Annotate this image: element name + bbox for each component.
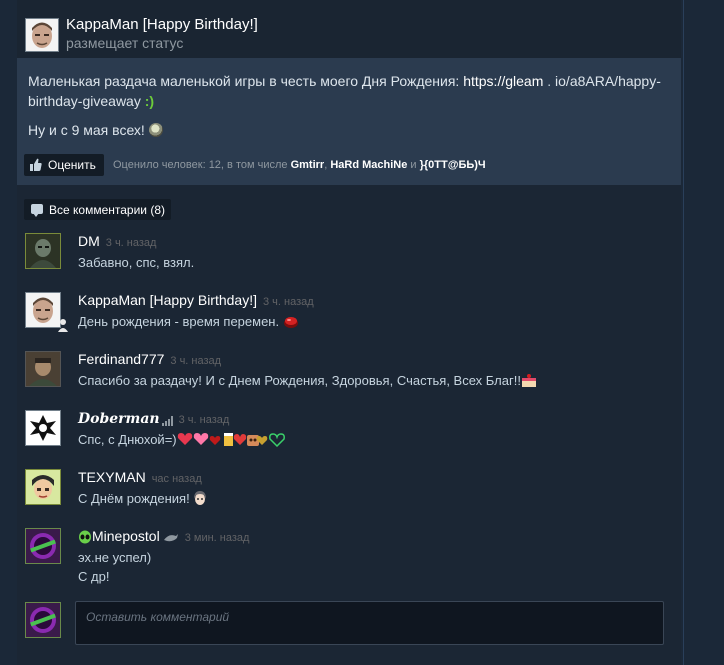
my-avatar[interactable] bbox=[25, 602, 61, 638]
rate-up-button[interactable]: Оценить bbox=[24, 154, 104, 176]
comment-author-name[interactable]: KappaMan [Happy Birthday!] bbox=[78, 292, 257, 308]
status-header: KappaMan [Happy Birthday!] размещает ста… bbox=[17, 0, 681, 58]
rated-user-link[interactable]: Gmtirr bbox=[291, 159, 325, 171]
comment-text: Спс, с Днюхой=) bbox=[78, 430, 285, 449]
comment-author[interactable]: Doberman 3 ч. назад bbox=[78, 410, 229, 427]
post-action: размещает статус bbox=[66, 35, 184, 51]
poster-name[interactable]: KappaMan [Happy Birthday!] bbox=[66, 16, 258, 33]
alien-icon bbox=[79, 530, 91, 544]
commenter-avatar[interactable] bbox=[25, 233, 61, 269]
link-separator: . bbox=[543, 73, 556, 89]
comment-text: Забавно, спс, взял. bbox=[78, 255, 195, 270]
giveaway-link[interactable]: https://gleam bbox=[463, 73, 543, 89]
comment-author-name[interactable]: Ferdinand777 bbox=[78, 351, 164, 367]
comment-text-line: эх.не успел) bbox=[78, 550, 152, 565]
rated-user-link[interactable]: HaRd MachiNe bbox=[330, 159, 407, 171]
comment-item: KappaMan [Happy Birthday!] 3 ч. назад Ден… bbox=[17, 292, 681, 348]
anime-girl-emoticon-icon bbox=[194, 491, 207, 505]
comment-author-name[interactable]: Doberman bbox=[78, 411, 160, 427]
commenter-avatar[interactable] bbox=[25, 528, 61, 564]
comment-text: эх.не успел) С др! bbox=[78, 548, 151, 586]
comment-timestamp: 3 ч. назад bbox=[105, 237, 157, 249]
comment-timestamp: 3 ч. назад bbox=[178, 414, 230, 426]
dolphin-icon bbox=[163, 534, 178, 542]
comment-item: Doberman 3 ч. назад Спс, с Днюхой=) bbox=[17, 410, 681, 466]
all-comments-label: Все комментарии (8) bbox=[49, 203, 165, 217]
rated-user-link[interactable]: }{0TT@БЬ)Ч bbox=[420, 159, 486, 171]
status-text: Маленькая раздача маленькой игры в честь… bbox=[28, 71, 668, 111]
comment-author-name[interactable]: Minepostol bbox=[92, 528, 160, 544]
comment-text-line: С др! bbox=[78, 569, 110, 584]
comment-author-name[interactable]: DM bbox=[78, 233, 100, 249]
commenter-avatar[interactable] bbox=[25, 410, 61, 446]
comment-item: Ferdinand777 3 ч. назад Спасибо за раздач… bbox=[17, 351, 681, 407]
comments-section: Все комментарии (8) DM 3 ч. назад Забавно… bbox=[17, 185, 681, 665]
green-heart-emoticon-icon bbox=[268, 433, 285, 447]
comment-author[interactable]: DM 3 ч. назад bbox=[78, 233, 156, 249]
author-person-icon bbox=[58, 319, 68, 332]
poster-avatar[interactable] bbox=[25, 18, 59, 52]
comment-timestamp: 3 ч. назад bbox=[170, 355, 222, 367]
comment-text: День рождения - время перемен. bbox=[78, 312, 299, 331]
status-text-before-link: Маленькая раздача маленькой игры в честь… bbox=[28, 73, 464, 89]
status-line2: Ну и с 9 мая всех! bbox=[28, 122, 163, 138]
commenter-avatar[interactable] bbox=[25, 469, 61, 505]
right-gutter bbox=[683, 0, 724, 665]
comment-bubble-icon bbox=[31, 204, 43, 217]
comment-text-line: День рождения - время перемен. bbox=[78, 314, 280, 329]
comment-text-line: Спасибо за раздачу! И с Днем Рождения, З… bbox=[78, 373, 521, 388]
comment-text: С Днём рождения! bbox=[78, 489, 207, 508]
comment-author[interactable]: TEXYMAN час назад bbox=[78, 469, 202, 485]
comment-author[interactable]: Minepostol 3 мин. назад bbox=[78, 528, 249, 544]
commenter-avatar[interactable] bbox=[25, 351, 61, 387]
rate-up-label: Оценить bbox=[48, 158, 96, 172]
thumbs-up-icon bbox=[30, 158, 42, 171]
emote-smile: :) bbox=[144, 93, 155, 109]
cake-emoticon-icon bbox=[521, 374, 536, 387]
commenter-avatar[interactable] bbox=[25, 292, 61, 328]
comment-text-line: С Днём рождения! bbox=[78, 491, 190, 506]
status-line2-text: Ну и с 9 мая всех! bbox=[28, 122, 145, 138]
all-comments-button[interactable]: Все комментарии (8) bbox=[24, 199, 171, 220]
comment-timestamp: 3 ч. назад bbox=[263, 296, 314, 308]
comment-timestamp: 3 мин. назад bbox=[184, 532, 250, 544]
comment-input[interactable]: Оставить комментарий bbox=[75, 601, 664, 645]
comment-author[interactable]: KappaMan [Happy Birthday!] 3 ч. назад bbox=[78, 292, 314, 308]
status-card: KappaMan [Happy Birthday!] размещает ста… bbox=[17, 0, 681, 665]
comment-author-name[interactable]: TEXYMAN bbox=[78, 469, 146, 485]
medal-emoticon-icon bbox=[148, 123, 163, 137]
comment-timestamp: час назад bbox=[151, 473, 202, 485]
comment-text-line: Спс, с Днюхой=) bbox=[78, 432, 177, 447]
comment-author[interactable]: Ferdinand777 3 ч. назад bbox=[78, 351, 221, 367]
comment-item: DM 3 ч. назад Забавно, спс, взял. bbox=[17, 233, 681, 289]
comment-text: Спасибо за раздачу! И с Днем Рождения, З… bbox=[78, 371, 537, 390]
rated-prefix: Оценило человек: 12, в том числе bbox=[113, 159, 291, 171]
status-body: Маленькая раздача маленькой игры в честь… bbox=[17, 58, 681, 185]
comment-item: Minepostol 3 мин. назад эх.не успел) С д… bbox=[17, 528, 681, 598]
comment-item: TEXYMAN час назад С Днём рождения! bbox=[17, 469, 681, 525]
hearts-emoticons-icon bbox=[177, 433, 267, 446]
red-button-emoticon-icon bbox=[283, 317, 298, 328]
rated-separator: и bbox=[407, 159, 420, 171]
signal-bars-icon bbox=[161, 416, 173, 426]
rated-by-text: Оценило человек: 12, в том числе Gmtirr,… bbox=[113, 159, 486, 171]
